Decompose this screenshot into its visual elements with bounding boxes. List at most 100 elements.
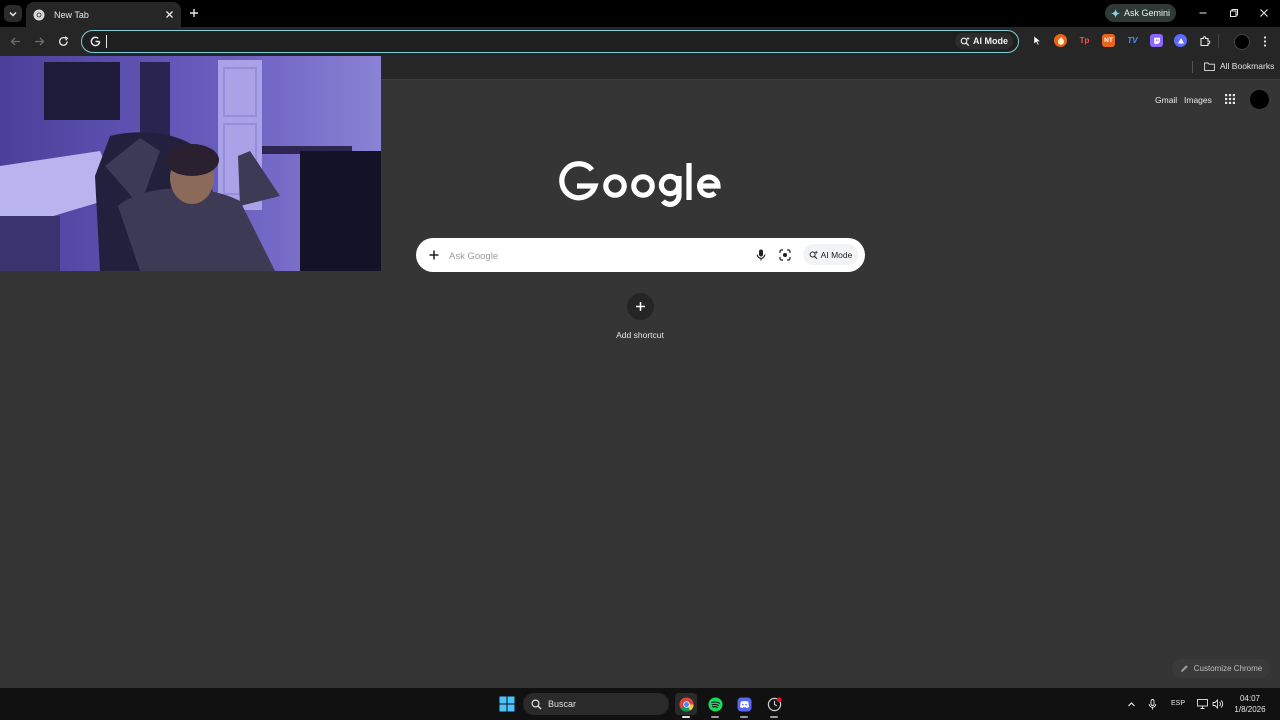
minimize-button[interactable] [1196,6,1210,20]
ai-search-icon [809,250,818,259]
ask-gemini-label: Ask Gemini [1123,8,1170,18]
microphone-tray-button[interactable] [1146,698,1158,710]
chevron-up-icon [1127,701,1135,706]
volume-tray-button[interactable] [1212,698,1224,710]
pencil-icon [1180,665,1188,672]
add-shortcut-label: Add shortcut [616,330,664,340]
omnibox-ai-mode-button[interactable]: AI Mode [955,33,1013,49]
customize-chrome-button[interactable]: Customize Chrome [1172,659,1270,678]
taskbar-search-label: Buscar [548,699,577,709]
google-search-box[interactable]: AI Mode [416,238,865,272]
windows-start-icon[interactable] [499,696,515,712]
forward-button[interactable] [32,34,46,48]
close-icon [1260,9,1268,17]
address-bar[interactable]: AI Mode [81,30,1019,53]
plus-icon [635,302,645,311]
discord-icon [736,696,752,712]
tab-new-tab[interactable]: New Tab [26,2,181,27]
nt-extension-icon[interactable]: NT [1102,34,1115,47]
active-app-indicator [682,716,690,718]
new-tab-button[interactable] [187,6,201,20]
omnibox-ai-mode-label: AI Mode [973,36,1008,46]
images-link[interactable]: Images [1184,95,1212,105]
vpn-extension-icon[interactable] [1174,34,1187,47]
webcam-overlay [0,56,381,271]
back-button[interactable] [8,34,22,48]
search-icon [531,698,542,709]
search-ai-mode-label: AI Mode [820,249,853,260]
close-icon [165,11,173,18]
taskbar-chrome[interactable] [675,693,697,718]
chrome-icon [678,696,694,712]
tv-extension-icon[interactable]: TV [1126,34,1139,47]
reload-icon [58,35,68,46]
extensions-menu-button[interactable] [1198,34,1211,47]
minimize-icon [1199,12,1207,14]
folder-icon [1204,62,1215,71]
taskbar-discord[interactable] [733,693,755,718]
network-icon [1196,699,1208,709]
close-tab-button[interactable] [162,8,176,22]
search-ai-mode-button[interactable]: AI Mode [803,244,858,265]
browser-toolbar: AI Mode Tp NT TV [0,27,1280,56]
spotify-icon [707,696,723,712]
ai-search-icon [960,36,970,46]
text-caret [106,35,107,48]
google-apps-icon[interactable] [1224,93,1236,105]
google-lens-icon[interactable] [778,248,792,262]
taskbar-search-box[interactable]: Buscar [523,693,669,715]
tab-search-button[interactable] [4,5,22,22]
profile-avatar[interactable] [1234,34,1250,50]
more-vertical-icon [1263,35,1267,47]
google-g-icon [88,34,102,48]
running-app-indicator [770,716,778,718]
add-shortcut[interactable]: Add shortcut [612,293,668,340]
forward-arrow-icon [34,37,44,45]
plus-icon[interactable] [427,248,441,262]
google-account-avatar[interactable] [1250,90,1269,109]
puzzle-icon [1199,35,1210,46]
chrome-icon [33,9,45,20]
fire-extension-icon[interactable] [1054,34,1067,47]
close-window-button[interactable] [1257,6,1271,20]
taskbar-clock[interactable]: 04:07 1/8/2026 [1230,693,1270,715]
microphone-icon[interactable] [754,248,768,262]
address-input[interactable] [110,32,944,52]
tp-extension-icon[interactable]: Tp [1078,34,1091,47]
google-search-input[interactable] [447,246,751,266]
restore-icon [1230,9,1238,17]
windows-taskbar: Buscar ESP 04:07 1/8/2026 [0,688,1280,720]
back-arrow-icon [10,37,20,45]
add-shortcut-button[interactable] [626,293,654,320]
network-tray-button[interactable] [1196,698,1208,710]
gmail-link[interactable]: Gmail [1155,95,1177,105]
twitch-extension-icon[interactable] [1150,34,1163,47]
chevron-down-icon [9,11,17,17]
plus-icon [190,9,198,17]
clock-time: 04:07 [1239,694,1261,703]
all-bookmarks-label: All Bookmarks [1220,61,1275,71]
bookmarks-separator [1192,61,1193,73]
app-icon [767,696,782,711]
chrome-menu-button[interactable] [1258,34,1272,48]
taskbar-spotify[interactable] [704,693,726,718]
running-app-indicator [711,716,719,718]
ask-gemini-button[interactable]: Ask Gemini [1105,4,1176,22]
running-app-indicator [740,716,748,718]
taskbar-app-notification[interactable] [763,693,785,718]
reload-button[interactable] [56,34,70,48]
speaker-icon [1212,699,1224,709]
microphone-icon [1148,698,1156,709]
gemini-sparkle-icon [1110,8,1120,18]
restore-button[interactable] [1227,6,1241,20]
tab-strip: New Tab Ask Gemini [0,0,1280,27]
toolbar-divider [1218,34,1219,48]
all-bookmarks-button[interactable]: All Bookmarks [1204,61,1274,71]
google-logo [559,161,721,207]
clock-date: 1/8/2026 [1234,705,1266,714]
tab-title: New Tab [54,9,89,20]
cursor-extension-icon[interactable] [1031,34,1044,47]
customize-chrome-label: Customize Chrome [1193,664,1263,673]
input-language[interactable]: ESP [1171,700,1185,707]
show-hidden-icons-button[interactable] [1125,698,1137,710]
